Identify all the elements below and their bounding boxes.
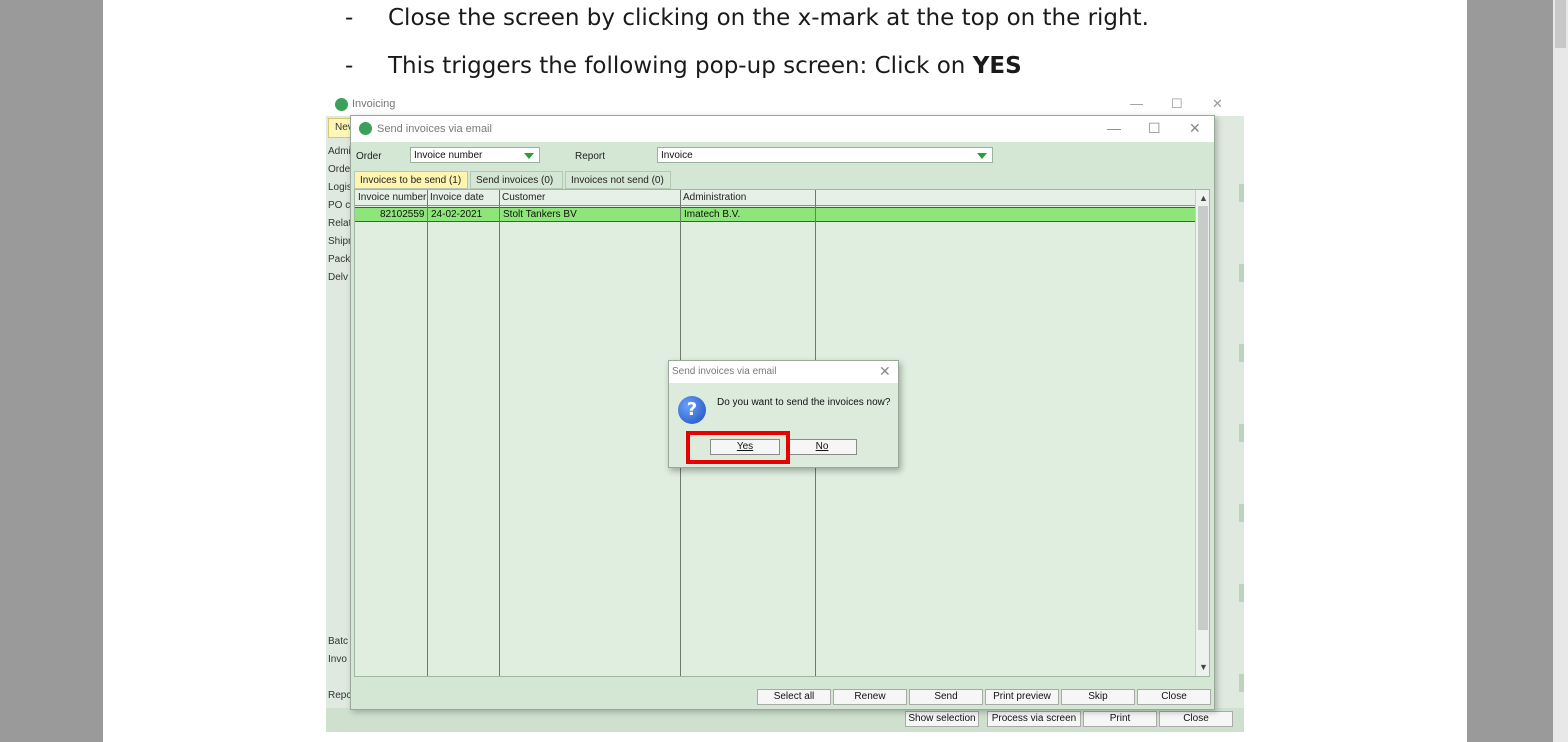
side-label[interactable]: Repc bbox=[328, 690, 351, 701]
column-divider bbox=[499, 190, 500, 676]
close-button[interactable]: Close bbox=[1159, 711, 1233, 727]
side-label[interactable]: Delv bbox=[328, 272, 348, 283]
window-edge bbox=[1239, 344, 1244, 362]
bullet-dash: - bbox=[345, 53, 354, 79]
tab-invoices-to-be-send[interactable]: Invoices to be send (1) bbox=[354, 171, 468, 189]
question-icon: ? bbox=[678, 396, 706, 424]
window-edge bbox=[1239, 424, 1244, 442]
side-label[interactable]: Relat bbox=[328, 218, 351, 229]
window-edge bbox=[1239, 264, 1244, 282]
invoicing-bottom-bar: Show selection Process via screen Print … bbox=[326, 708, 1244, 732]
close-icon[interactable]: ✕ bbox=[879, 363, 891, 380]
print-preview-button[interactable]: Print preview bbox=[985, 689, 1059, 705]
scroll-up-icon[interactable]: ▲ bbox=[1199, 193, 1208, 203]
window-edge bbox=[1239, 504, 1244, 522]
invoicing-title: Invoicing bbox=[352, 98, 396, 110]
window-edge bbox=[1239, 184, 1244, 202]
print-button[interactable]: Print bbox=[1083, 711, 1157, 727]
side-label[interactable]: Batc bbox=[328, 636, 348, 647]
table-header: Invoice number Invoice date Customer Adm… bbox=[355, 190, 1195, 206]
document-scroll-thumb[interactable] bbox=[1555, 0, 1566, 48]
chevron-down-icon bbox=[524, 153, 534, 159]
side-label[interactable]: PO c bbox=[328, 200, 350, 211]
column-header[interactable]: Invoice date bbox=[430, 192, 484, 203]
send-button[interactable]: Send bbox=[909, 689, 983, 705]
show-selection-button[interactable]: Show selection bbox=[905, 711, 979, 727]
invoicing-titlebar: Invoicing — ☐ ✕ bbox=[326, 94, 1244, 116]
send-invoices-titlebar: Send invoices via email — ☐ ✕ bbox=[351, 116, 1214, 142]
side-label[interactable]: Shipr bbox=[328, 236, 351, 247]
select-all-button[interactable]: Select all bbox=[757, 689, 831, 705]
column-header[interactable]: Invoice number bbox=[358, 192, 426, 203]
side-label[interactable]: Packi bbox=[328, 254, 352, 265]
instruction-line-1: - Close the screen by clicking on the x-m… bbox=[345, 5, 1149, 31]
no-button[interactable]: No bbox=[787, 439, 857, 455]
side-label[interactable]: Orde bbox=[328, 164, 350, 175]
chevron-down-icon bbox=[977, 153, 987, 159]
report-label: Report bbox=[575, 151, 606, 162]
tab-send-invoices[interactable]: Send invoices (0) bbox=[470, 171, 563, 189]
instruction-bold: YES bbox=[972, 53, 1022, 79]
maximize-icon[interactable]: ☐ bbox=[1171, 96, 1183, 112]
instruction-text: This triggers the following pop-up scree… bbox=[388, 53, 973, 79]
skip-button[interactable]: Skip bbox=[1061, 689, 1135, 705]
instruction-line-2: - This triggers the following pop-up scre… bbox=[345, 53, 1022, 79]
invoice-date-cell: 24-02-2021 bbox=[431, 209, 483, 220]
minimize-icon[interactable]: — bbox=[1107, 120, 1121, 136]
send-invoices-title: Send invoices via email bbox=[377, 123, 492, 135]
scroll-down-icon[interactable]: ▼ bbox=[1199, 662, 1208, 672]
administration-cell: Imatech B.V. bbox=[684, 209, 741, 220]
bullet-dash: - bbox=[345, 5, 354, 31]
column-header[interactable]: Administration bbox=[683, 192, 746, 203]
column-divider bbox=[427, 190, 428, 676]
document-scrollbar[interactable] bbox=[1553, 0, 1568, 742]
no-button-label: No bbox=[815, 441, 829, 452]
renew-button[interactable]: Renew bbox=[833, 689, 907, 705]
close-icon[interactable]: ✕ bbox=[1212, 96, 1223, 112]
confirm-dialog: Send invoices via email ✕ ? Do you want … bbox=[668, 360, 899, 468]
tab-invoices-not-send[interactable]: Invoices not send (0) bbox=[565, 171, 671, 189]
highlight-box bbox=[686, 431, 790, 464]
window-edge bbox=[1239, 674, 1244, 692]
dialog-message: Do you want to send the invoices now? bbox=[717, 397, 891, 408]
app-logo-icon bbox=[335, 98, 348, 111]
side-label[interactable]: Logis bbox=[328, 182, 352, 193]
process-via-screen-button[interactable]: Process via screen bbox=[987, 711, 1081, 727]
customer-cell: Stolt Tankers BV bbox=[503, 209, 577, 220]
close-button[interactable]: Close bbox=[1137, 689, 1211, 705]
scroll-thumb[interactable] bbox=[1198, 206, 1208, 630]
dialog-titlebar: Send invoices via email ✕ bbox=[669, 361, 898, 383]
order-select[interactable]: Invoice number bbox=[410, 147, 540, 163]
table-scrollbar[interactable]: ▲ ▼ bbox=[1195, 190, 1209, 676]
report-select[interactable]: Invoice bbox=[657, 147, 993, 163]
minimize-icon[interactable]: — bbox=[1130, 96, 1143, 111]
app-logo-icon bbox=[359, 122, 372, 135]
side-label[interactable]: Admi bbox=[328, 146, 351, 157]
side-label[interactable]: Invo bbox=[328, 654, 347, 665]
maximize-icon[interactable]: ☐ bbox=[1148, 120, 1161, 137]
instruction-text: Close the screen by clicking on the x-ma… bbox=[388, 5, 1149, 31]
close-icon[interactable]: ✕ bbox=[1189, 120, 1201, 137]
order-label: Order bbox=[356, 151, 382, 162]
table-row[interactable]: 82102559 24-02-2021 Stolt Tankers BV Ima… bbox=[355, 207, 1195, 222]
report-select-value: Invoice bbox=[661, 150, 693, 161]
embedded-screenshot: Invoicing — ☐ ✕ Nev Admi Orde Logis PO c… bbox=[326, 94, 1244, 732]
window-edge bbox=[1239, 584, 1244, 602]
column-header[interactable]: Customer bbox=[502, 192, 545, 203]
order-select-value: Invoice number bbox=[414, 150, 483, 161]
dialog-title: Send invoices via email bbox=[672, 366, 777, 377]
invoice-number-cell: 82102559 bbox=[380, 209, 425, 220]
